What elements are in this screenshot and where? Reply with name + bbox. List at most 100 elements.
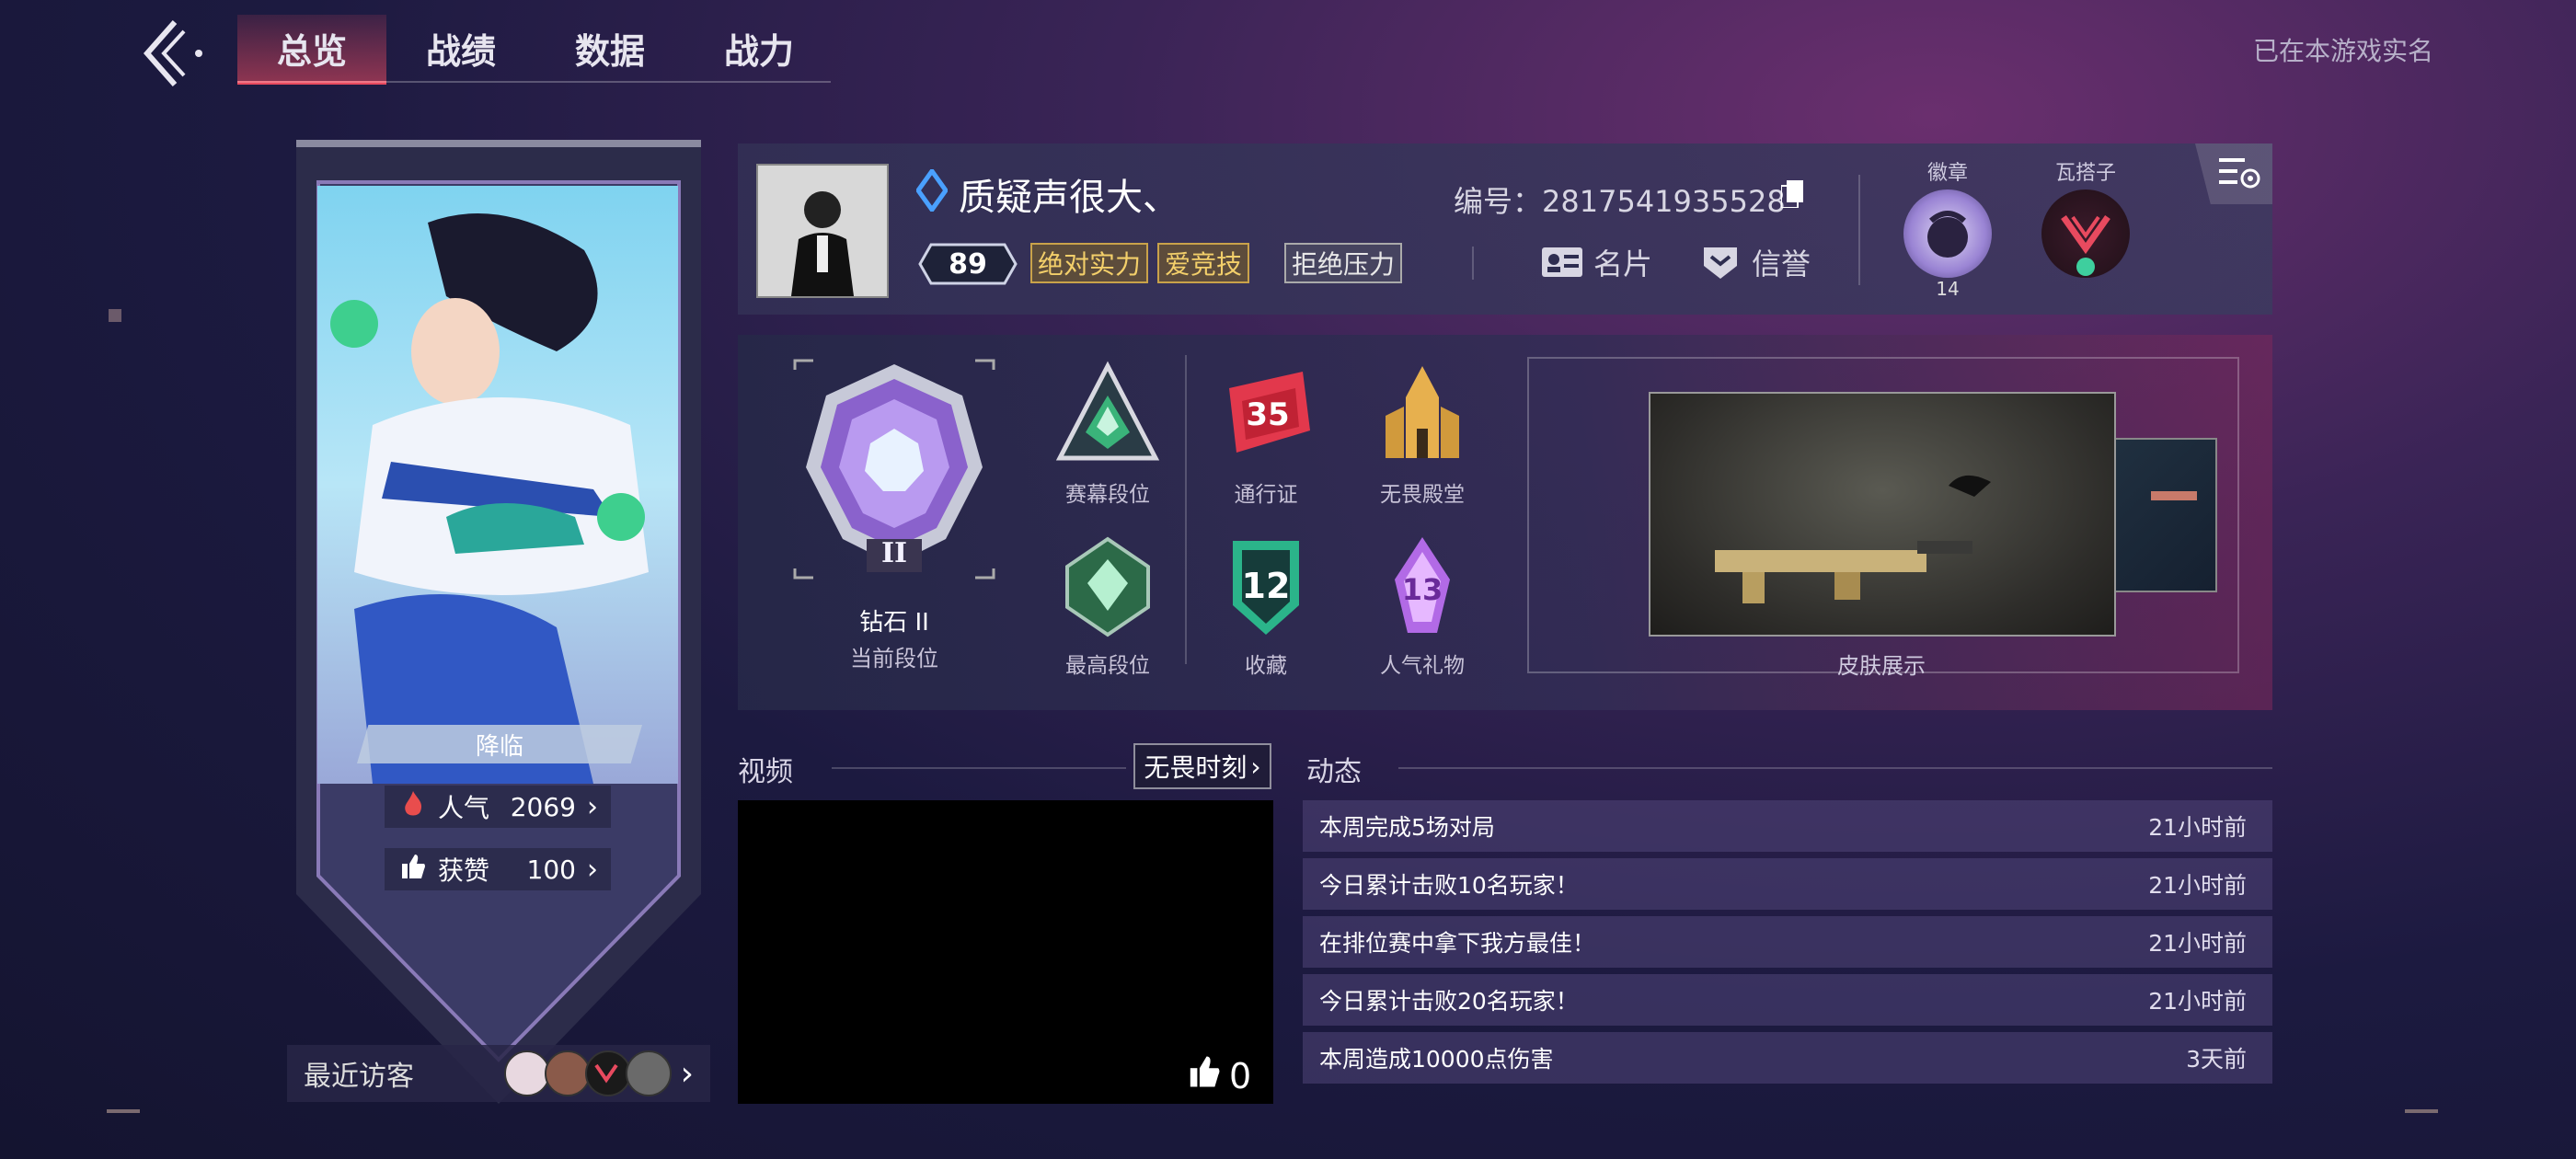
- skin-thumbnail[interactable]: [2112, 438, 2217, 592]
- credit-button[interactable]: 信誉: [1698, 241, 1811, 283]
- player-id: 编号：2817541935528: [1454, 178, 1786, 221]
- id-card-icon: [1540, 244, 1584, 281]
- tournament-rank-item[interactable]: 赛幕段位: [1034, 361, 1181, 508]
- tag: 拒绝压力: [1284, 243, 1403, 283]
- popularity-gift-item[interactable]: 13 人气礼物: [1349, 532, 1496, 679]
- avatar[interactable]: [584, 1050, 631, 1096]
- feed-text: 本周完成5场对局: [1319, 814, 1495, 841]
- banner-artwork: [317, 186, 678, 784]
- badge-count: 14: [1936, 278, 1960, 300]
- divider: [1858, 175, 1860, 285]
- badge-slot[interactable]: 徽章 14: [1897, 156, 1998, 300]
- list-item[interactable]: 今日累计击败20名玩家！ 21小时前: [1303, 974, 2272, 1026]
- collection-item[interactable]: 12 收藏: [1192, 532, 1340, 679]
- tab-power[interactable]: 战力: [684, 15, 834, 81]
- rank-item-label: 通行证: [1234, 483, 1298, 507]
- likes-value: 100: [526, 854, 576, 885]
- fire-icon: [397, 789, 429, 825]
- rank-item-label: 赛幕段位: [1065, 483, 1150, 507]
- rank-item-label: 最高段位: [1065, 654, 1150, 678]
- divider: [1398, 767, 2272, 769]
- fearless-hall-item[interactable]: 无畏殿堂: [1349, 361, 1496, 508]
- divider: [832, 767, 1126, 769]
- hall-icon: [1367, 361, 1478, 471]
- video-like-button[interactable]: 0: [1187, 1054, 1251, 1097]
- current-rank-name: 钻石 II: [859, 609, 929, 637]
- thumbs-up-icon: [1187, 1054, 1222, 1097]
- feed-time: 21小时前: [2148, 988, 2247, 1015]
- list-item[interactable]: 本周完成5场对局 21小时前: [1303, 800, 2272, 852]
- thumbs-up-icon: [397, 853, 429, 887]
- tab-divider: [237, 81, 831, 83]
- shield-icon: [1698, 244, 1742, 281]
- rank-item-label: 收藏: [1245, 654, 1287, 678]
- fearless-moments-label: 无畏时刻: [1144, 752, 1248, 783]
- tab-data[interactable]: 数据: [535, 15, 684, 81]
- feed-time: 3天前: [2186, 1046, 2247, 1073]
- list-item[interactable]: 本周造成10000点伤害 3天前: [1303, 1032, 2272, 1084]
- skin-preview[interactable]: [1649, 392, 2116, 637]
- player-id-value: 2817541935528: [1542, 184, 1786, 219]
- tab-records[interactable]: 战绩: [386, 15, 535, 81]
- feed-text: 本周造成10000点伤害: [1319, 1046, 1554, 1073]
- level-value: 89: [949, 247, 987, 281]
- feed-text: 今日累计击败10名玩家！: [1319, 872, 1579, 899]
- chevron-right-icon: ›: [1250, 751, 1261, 782]
- gift-crystal-icon: 13: [1367, 532, 1478, 642]
- partner-slot[interactable]: 瓦搭子: [2035, 156, 2136, 278]
- chevron-right-icon: ›: [587, 790, 598, 823]
- rank-numeral: II: [880, 537, 908, 569]
- banner-title: 降临: [357, 725, 642, 763]
- decor-line: [107, 1109, 140, 1113]
- current-rank-label: 当前段位: [850, 646, 938, 671]
- rank-item-label: 人气礼物: [1380, 654, 1465, 678]
- skin-showcase-label: 皮肤展示: [1837, 653, 1926, 679]
- badge-label: 徽章: [1926, 162, 1968, 185]
- likes-button[interactable]: 获赞 100 ›: [385, 848, 611, 890]
- avatar[interactable]: [503, 1050, 550, 1096]
- tab-overview[interactable]: 总览: [237, 15, 386, 85]
- badge-icon: [1903, 189, 1992, 278]
- video-section-title: 视频: [738, 756, 793, 788]
- decor-dot: [109, 309, 121, 322]
- feed-time: 21小时前: [2148, 814, 2247, 841]
- rank-item-label: 无畏殿堂: [1380, 483, 1465, 507]
- main-tabs: 总览 战绩 数据 战力: [237, 15, 834, 85]
- feed-time: 21小时前: [2148, 930, 2247, 957]
- avatar[interactable]: [756, 164, 889, 298]
- chevron-right-icon: ›: [587, 853, 598, 886]
- recent-visitors[interactable]: 最近访客 ›: [287, 1045, 710, 1102]
- copy-icon[interactable]: [1780, 180, 1803, 209]
- partner-emblem-icon: [2041, 189, 2130, 278]
- battle-pass-item[interactable]: 35 通行证: [1192, 361, 1340, 508]
- avatar[interactable]: [544, 1050, 591, 1096]
- battle-pass-number: 35: [1246, 396, 1289, 433]
- name-card-label: 名片: [1593, 247, 1653, 281]
- username: 质疑声很大、: [959, 177, 1179, 219]
- back-button[interactable]: [138, 17, 212, 90]
- activity-feed: 本周完成5场对局 21小时前 今日累计击败10名玩家！ 21小时前 在排位赛中拿…: [1303, 800, 2272, 1090]
- emerald-rank-icon: [1052, 532, 1163, 642]
- battle-pass-icon: 35: [1211, 361, 1321, 471]
- partner-label: 瓦搭子: [2054, 162, 2116, 185]
- fearless-moments-button[interactable]: 无畏时刻 ›: [1133, 743, 1271, 789]
- list-item[interactable]: 今日累计击败10名玩家！ 21小时前: [1303, 858, 2272, 910]
- feed-text: 今日累计击败20名玩家！: [1319, 988, 1579, 1015]
- feed-text: 在排位赛中拿下我方最佳！: [1319, 930, 1596, 957]
- collection-shield-icon: 12: [1211, 532, 1321, 642]
- avatar[interactable]: [625, 1050, 672, 1096]
- feed-time: 21小时前: [2148, 872, 2247, 899]
- name-card-button[interactable]: 名片: [1540, 241, 1652, 283]
- feed-section-title: 动态: [1306, 756, 1362, 788]
- popularity-button[interactable]: 人气 2069 ›: [385, 786, 611, 828]
- player-id-label: 编号：: [1454, 184, 1543, 219]
- tag: 绝对实力: [1030, 243, 1149, 283]
- decor-line: [2405, 1109, 2438, 1113]
- divider: [1472, 247, 1474, 280]
- diamond-rank-icon: [914, 166, 949, 214]
- list-item[interactable]: 在排位赛中拿下我方最佳！ 21小时前: [1303, 916, 2272, 968]
- chevron-right-icon: ›: [680, 1054, 694, 1093]
- highest-rank-item[interactable]: 最高段位: [1034, 532, 1181, 679]
- back-chevron-icon: [143, 20, 202, 86]
- verified-text: 已在本游戏实名: [2252, 36, 2433, 66]
